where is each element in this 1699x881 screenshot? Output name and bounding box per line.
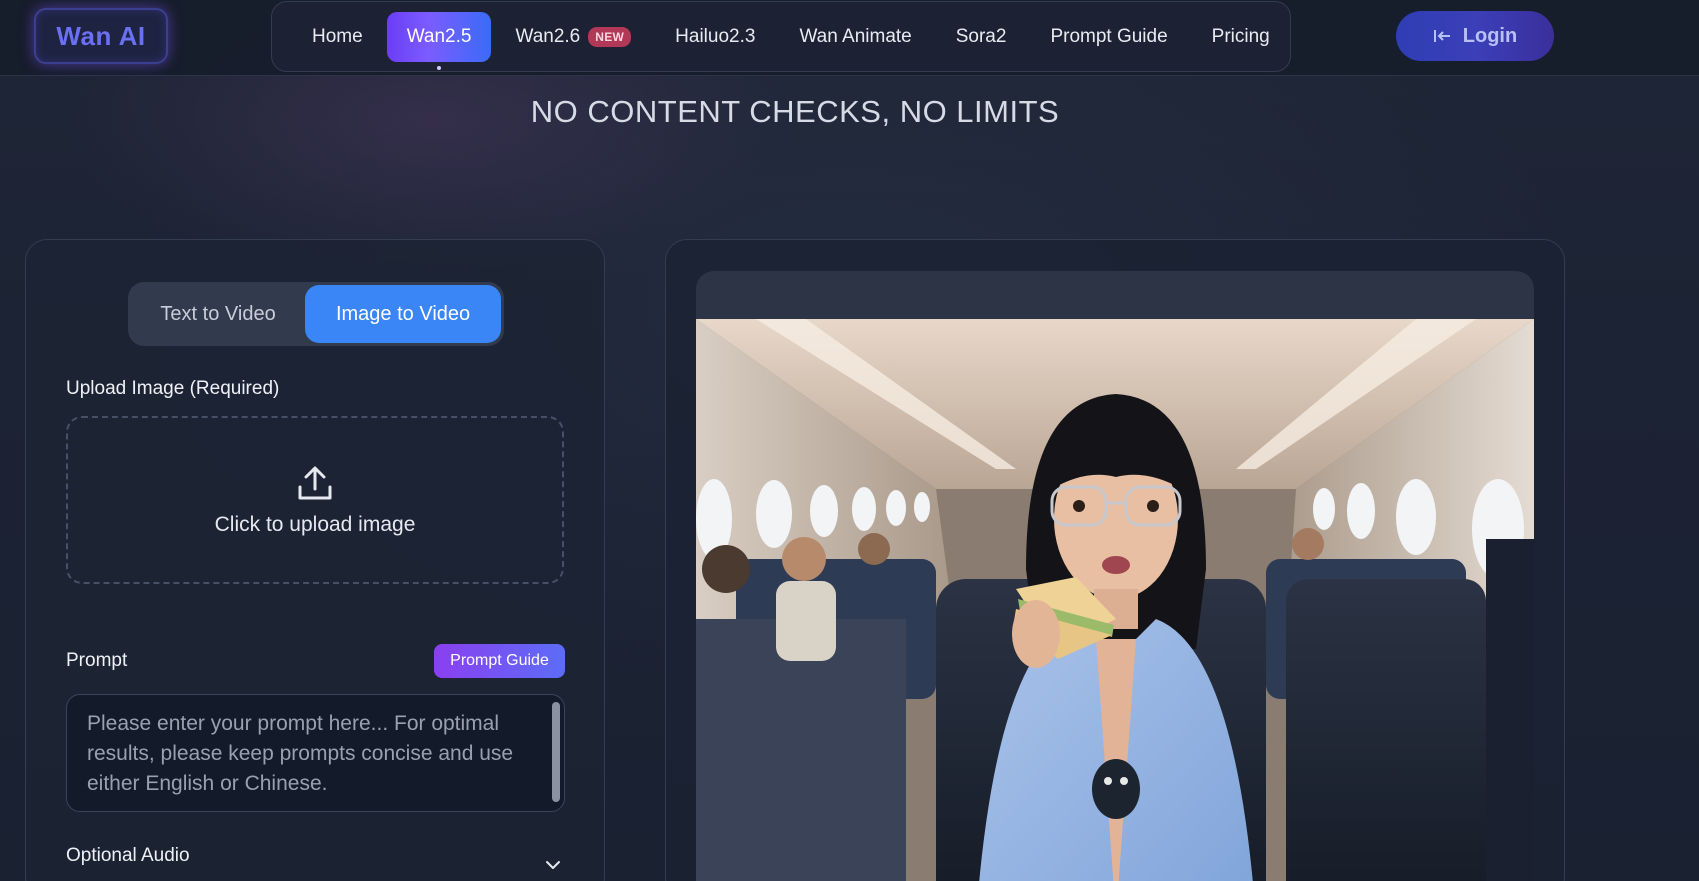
main-nav: Home Wan2.5 Wan2.6 NEW Hailuo2.3 Wan Ani… bbox=[271, 1, 1291, 72]
prompt-input[interactable] bbox=[66, 694, 565, 812]
mode-toggle: Text to Video Image to Video bbox=[128, 282, 504, 346]
nav-item-pricing[interactable]: Pricing bbox=[1192, 12, 1290, 62]
login-button[interactable]: Login bbox=[1396, 11, 1554, 61]
nav-item-prompt-guide[interactable]: Prompt Guide bbox=[1030, 12, 1187, 62]
login-label: Login bbox=[1462, 24, 1518, 47]
nav-item-sora2[interactable]: Sora2 bbox=[936, 12, 1027, 62]
optional-audio-label: Optional Audio bbox=[66, 845, 190, 866]
nav-item-label: Hailuo2.3 bbox=[675, 25, 756, 47]
preview-video-image[interactable] bbox=[696, 319, 1534, 881]
nav-item-label: Prompt Guide bbox=[1050, 25, 1168, 47]
preview-frame bbox=[696, 271, 1534, 881]
nav-item-hailuo23[interactable]: Hailuo2.3 bbox=[655, 12, 775, 62]
preview-panel bbox=[665, 239, 1565, 881]
nav-item-wan25[interactable]: Wan2.5 bbox=[386, 11, 492, 70]
logo[interactable]: Wan AI bbox=[34, 8, 168, 64]
nav-item-wan-animate[interactable]: Wan Animate bbox=[779, 12, 931, 62]
upload-text: Click to upload image bbox=[214, 513, 416, 536]
generator-panel: Text to Video Image to Video Upload Imag… bbox=[25, 239, 605, 881]
upload-label: Upload Image (Required) bbox=[66, 378, 280, 399]
new-badge: NEW bbox=[588, 26, 632, 47]
prompt-scrollbar[interactable] bbox=[552, 702, 560, 802]
upload-dropzone[interactable]: Click to upload image bbox=[66, 416, 564, 584]
nav-item-label: Wan2.6 bbox=[515, 25, 581, 47]
nav-item-label: Pricing bbox=[1211, 25, 1270, 47]
prompt-label: Prompt bbox=[66, 650, 128, 671]
nav-item-wan26[interactable]: Wan2.6 NEW bbox=[495, 12, 651, 62]
nav-item-home[interactable]: Home bbox=[292, 12, 383, 62]
nav-item-label: Sora2 bbox=[955, 25, 1007, 47]
upload-icon bbox=[298, 466, 332, 500]
prompt-guide-button[interactable]: Prompt Guide bbox=[434, 644, 565, 678]
top-header: Wan AI Home Wan2.5 Wan2.6 NEW Hailuo2.3 … bbox=[0, 0, 1699, 76]
hero-tagline: NO CONTENT CHECKS, NO LIMITS bbox=[530, 94, 1060, 129]
nav-item-label: Wan2.5 bbox=[406, 25, 472, 47]
login-arrow-icon bbox=[1433, 30, 1450, 42]
chevron-down-icon[interactable] bbox=[544, 856, 562, 874]
nav-item-label: Home bbox=[312, 25, 363, 47]
nav-item-label: Wan Animate bbox=[799, 25, 912, 47]
tab-text-to-video[interactable]: Text to Video bbox=[131, 285, 305, 343]
tab-image-to-video[interactable]: Image to Video bbox=[305, 285, 501, 343]
